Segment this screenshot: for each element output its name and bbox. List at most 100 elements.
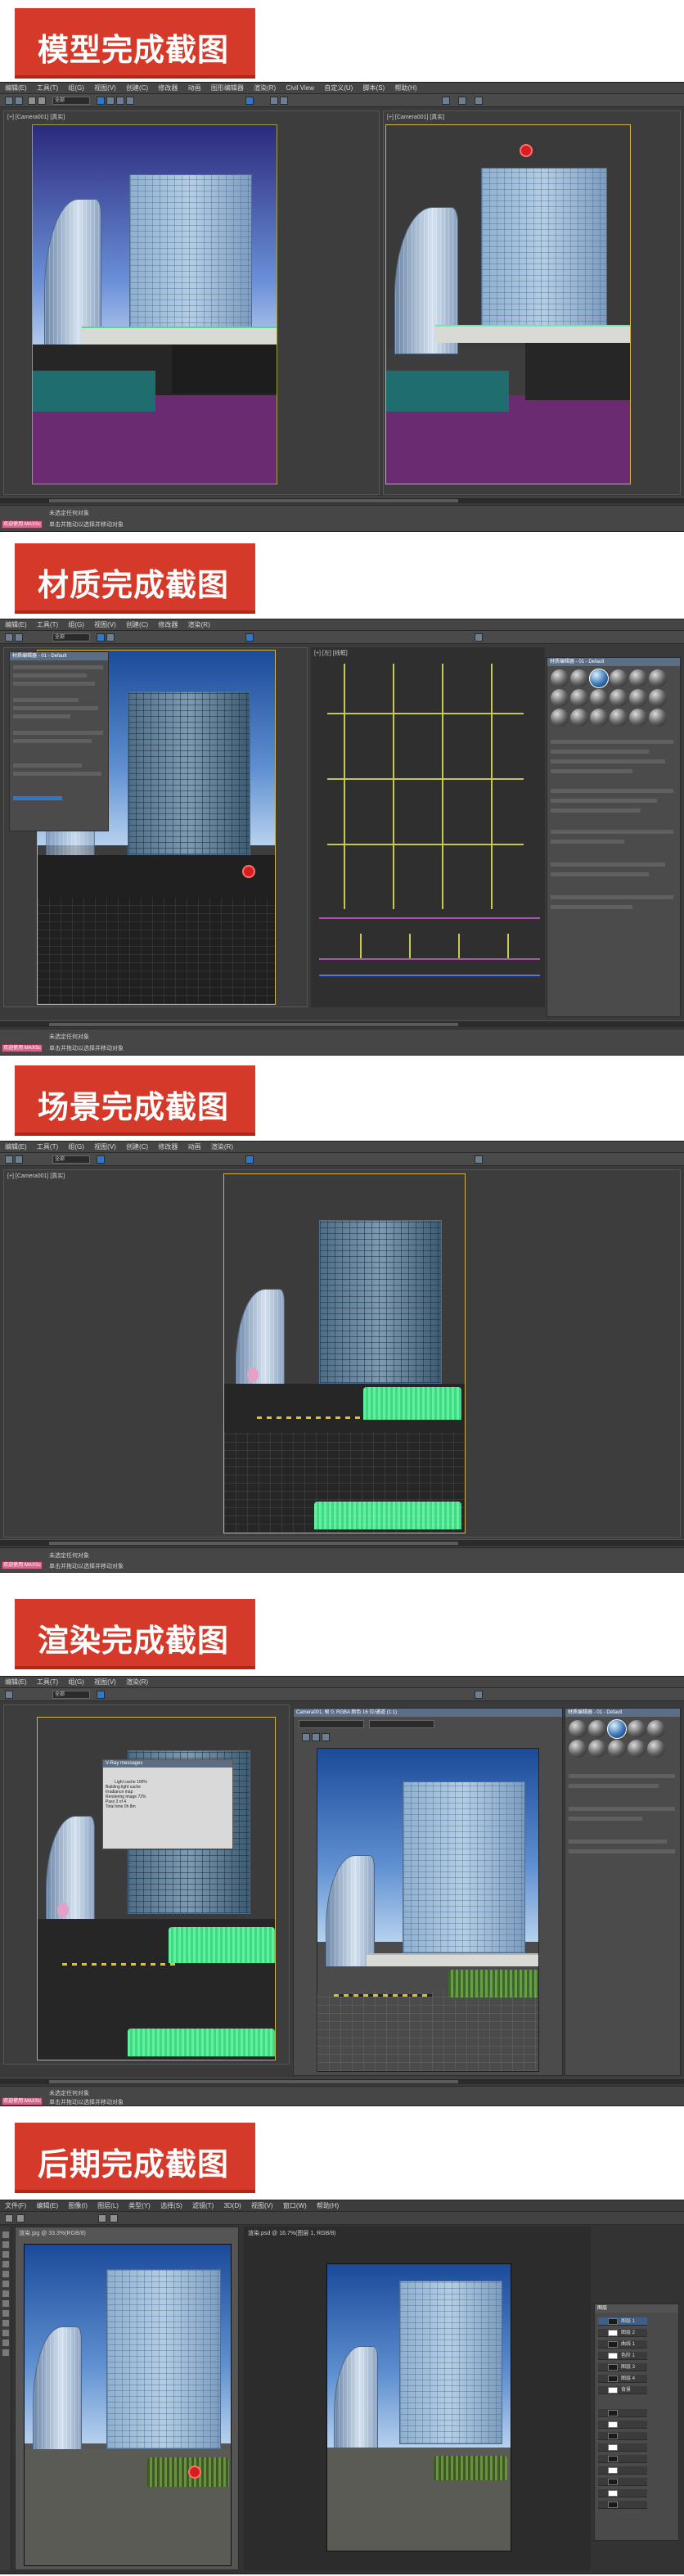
layer-row[interactable] — [598, 2409, 647, 2417]
menu-item[interactable]: 创建(C) — [126, 1143, 148, 1151]
render-area-field[interactable] — [299, 1720, 364, 1728]
vray-frame-buffer[interactable]: Camera001, 帧 0, RGBA 颜色 16 位/通道 (1:1) — [293, 1708, 563, 2076]
menu-item[interactable]: 编辑(E) — [5, 621, 27, 628]
viewport-field[interactable] — [369, 1720, 434, 1728]
viewport-camera[interactable]: [+] [Camera001] [真实] — [3, 110, 380, 495]
time-slider-bar[interactable] — [49, 1023, 458, 1026]
redo-icon[interactable] — [15, 97, 23, 105]
layer-row[interactable] — [598, 2421, 647, 2429]
material-slot-selected[interactable] — [589, 669, 609, 688]
menu-item[interactable]: 视图(V) — [251, 2202, 273, 2209]
material-slot[interactable] — [551, 669, 569, 687]
menu-item[interactable]: 动画 — [188, 1143, 201, 1151]
clear-image-icon[interactable] — [322, 1733, 330, 1741]
menu-item[interactable]: 视图(V) — [94, 621, 116, 628]
maxscript-listener[interactable]: 欢迎使用 MAXSc — [2, 2097, 43, 2105]
time-slider[interactable] — [0, 1539, 684, 1546]
menu-item[interactable]: 类型(Y) — [128, 2202, 151, 2209]
layer-row[interactable]: 背景 — [598, 2386, 647, 2394]
material-slot-selected[interactable] — [607, 1719, 627, 1739]
material-slot[interactable] — [610, 709, 628, 727]
maxscript-listener[interactable]: 欢迎使用 MAXSc — [2, 1561, 43, 1569]
material-editor-window[interactable]: 材质编辑器 - 01 - Default — [565, 1708, 681, 2076]
rotate-icon[interactable] — [116, 97, 124, 105]
document-tab[interactable]: 渲染.jpg @ 33.3%(RGB/8) — [19, 2229, 86, 2237]
material-slot[interactable] — [570, 709, 588, 727]
layer-row[interactable] — [598, 2432, 647, 2440]
selection-filter[interactable]: 全部 — [52, 97, 90, 105]
document-window-1[interactable]: 渲染.jpg @ 33.3%(RGB/8) — [15, 2227, 239, 2570]
material-slot[interactable] — [551, 689, 569, 707]
menu-item[interactable]: 视图(V) — [94, 1143, 116, 1151]
menu-item[interactable]: 图像(I) — [68, 2202, 88, 2209]
time-slider-bar[interactable] — [49, 1542, 458, 1545]
selection-filter[interactable]: 全部 — [52, 1155, 90, 1164]
material-slot[interactable] — [629, 689, 647, 707]
snap-icon[interactable] — [245, 1155, 254, 1164]
selection-filter[interactable]: 全部 — [52, 633, 90, 642]
copy-image-icon[interactable] — [312, 1733, 320, 1741]
layer-row[interactable]: 图层 3 — [598, 2363, 647, 2371]
undo-icon[interactable] — [5, 97, 13, 105]
render-icon[interactable] — [475, 1155, 483, 1164]
render-setup-icon[interactable] — [458, 97, 466, 105]
render-icon[interactable] — [475, 633, 483, 642]
menu-item[interactable]: 自定义(U) — [324, 84, 353, 92]
select-icon[interactable] — [97, 1691, 105, 1699]
time-slider-bar[interactable] — [49, 499, 458, 502]
move-tool-icon[interactable] — [5, 2214, 13, 2222]
brush-icon[interactable] — [2, 2290, 9, 2297]
hand-icon[interactable] — [2, 2340, 9, 2346]
menu-item[interactable]: 编辑(E) — [5, 1143, 27, 1151]
material-slot[interactable] — [590, 689, 608, 707]
material-slot[interactable] — [608, 1740, 626, 1758]
time-slider-bar[interactable] — [49, 2080, 458, 2083]
select-icon[interactable] — [97, 1155, 105, 1164]
menu-item[interactable]: 组(G) — [68, 1143, 84, 1151]
move-icon[interactable] — [106, 633, 115, 642]
material-slot[interactable] — [569, 1740, 587, 1758]
save-image-icon[interactable] — [302, 1733, 310, 1741]
material-editor-icon[interactable] — [442, 97, 450, 105]
layer-row[interactable] — [598, 2443, 647, 2452]
menu-item[interactable]: 文件(F) — [5, 2202, 26, 2209]
document-window-2[interactable]: 渲染.psd @ 16.7%(图层 1, RGB/8) — [244, 2227, 591, 2570]
move-icon[interactable] — [106, 97, 115, 105]
undo-icon[interactable] — [5, 1691, 13, 1699]
select-icon[interactable] — [97, 97, 105, 105]
material-editor-window[interactable]: 材质编辑器 - 01 - Default — [547, 657, 681, 1017]
menu-item[interactable]: 组(G) — [68, 1678, 84, 1686]
maxscript-listener[interactable]: 欢迎使用 MAXSc — [2, 1044, 43, 1052]
distribute-icon[interactable] — [110, 2214, 118, 2222]
menu-item[interactable]: 帮助(H) — [317, 2202, 339, 2209]
scale-icon[interactable] — [126, 97, 134, 105]
menu-item[interactable]: 编辑(E) — [36, 2202, 58, 2209]
menu-item[interactable]: 编辑(E) — [5, 84, 27, 92]
move-icon[interactable] — [2, 2231, 9, 2238]
layer-row[interactable]: 图层 2 — [598, 2329, 647, 2337]
type-icon[interactable] — [2, 2330, 9, 2336]
align-icon[interactable] — [280, 97, 288, 105]
align-icon[interactable] — [98, 2214, 106, 2222]
viewport-camera[interactable]: V-Ray messages Light cache 100% Building… — [3, 1705, 290, 2065]
menu-item[interactable]: 脚本(S) — [363, 84, 385, 92]
material-slot[interactable] — [610, 669, 628, 687]
marquee-icon[interactable] — [2, 2241, 9, 2248]
material-slot[interactable] — [649, 689, 667, 707]
material-slot[interactable] — [647, 1740, 665, 1758]
menu-item[interactable]: 工具(T) — [37, 621, 58, 628]
material-slot[interactable] — [590, 709, 608, 727]
layer-row[interactable] — [598, 2489, 647, 2497]
menu-item[interactable]: 工具(T) — [37, 1678, 58, 1686]
menu-item[interactable]: 修改器 — [158, 84, 178, 92]
material-slot[interactable] — [610, 689, 628, 707]
snap-icon[interactable] — [245, 97, 254, 105]
menu-item[interactable]: 3D(D) — [223, 2202, 241, 2209]
menu-item[interactable]: 帮助(H) — [394, 84, 416, 92]
material-slot[interactable] — [570, 669, 588, 687]
document-tab[interactable]: 渲染.psd @ 16.7%(图层 1, RGB/8) — [248, 2229, 335, 2237]
menu-item[interactable]: 组(G) — [68, 621, 84, 628]
menu-item[interactable]: 渲染(R) — [254, 84, 276, 92]
selection-filter[interactable]: 全部 — [52, 1691, 90, 1699]
snap-icon[interactable] — [245, 633, 254, 642]
